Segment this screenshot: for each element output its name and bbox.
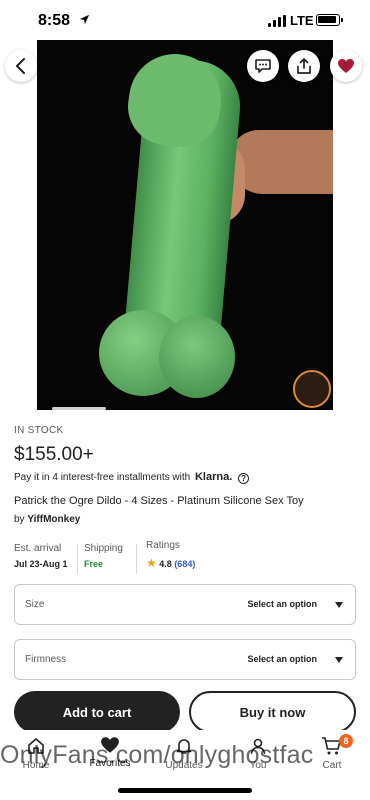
battery-icon (316, 14, 343, 26)
message-icon (255, 59, 271, 73)
seller-prefix: by (14, 514, 25, 525)
firmness-select-label: Firmness (25, 654, 67, 665)
rating-count[interactable]: (684) (174, 559, 195, 569)
share-icon (297, 58, 311, 74)
watermark-text: OnlyFans.com/onlyghostfac (0, 741, 314, 769)
klarna-installments[interactable]: Pay it in 4 interest-free installments w… (14, 471, 250, 484)
chevron-left-icon (16, 58, 25, 74)
status-bar: 8:58 LTE (0, 0, 370, 40)
installments-text: Pay it in 4 interest-free installments w… (14, 472, 191, 483)
location-arrow-icon (79, 14, 90, 28)
network-label: LTE (290, 13, 314, 28)
stat-divider (77, 544, 78, 574)
arrival-label: Est. arrival (14, 543, 62, 554)
product-price: $155.00+ (14, 444, 94, 465)
info-icon[interactable]: ? (238, 473, 250, 484)
arrival-value: Jul 23-Aug 1 (14, 559, 68, 569)
product-title: Patrick the Ogre Dildo - 4 Sizes - Plati… (14, 495, 304, 507)
seller-name[interactable]: YiffMonkey (27, 514, 80, 525)
size-select-value: Select an option (247, 599, 317, 609)
shipping-label: Shipping (84, 543, 123, 554)
stock-status: IN STOCK (14, 425, 64, 436)
share-button[interactable] (288, 50, 320, 82)
home-indicator (118, 788, 252, 793)
status-time: 8:58 (38, 12, 71, 29)
ratings-label: Ratings (146, 540, 180, 551)
firmness-select[interactable]: Firmness Select an option (14, 639, 356, 680)
back-button[interactable] (5, 50, 37, 82)
size-select-label: Size (25, 599, 45, 610)
stat-divider (136, 544, 137, 574)
caret-down-icon (335, 657, 343, 663)
buy-now-button[interactable]: Buy it now (189, 691, 356, 733)
seller-line[interactable]: by YiffMonkey (14, 514, 80, 525)
add-to-cart-button[interactable]: Add to cart (14, 691, 180, 733)
klarna-brand: Klarna. (194, 471, 233, 483)
product-photo[interactable] (37, 40, 333, 410)
favorite-button[interactable] (330, 50, 362, 82)
carousel-indicator (52, 407, 106, 410)
heart-icon (338, 59, 354, 73)
photo-watermark-logo (293, 370, 331, 408)
rating-value: 4.8 (159, 559, 172, 569)
caret-down-icon (335, 602, 343, 608)
product-image-carousel[interactable] (0, 40, 370, 410)
firmness-select-value: Select an option (247, 654, 317, 664)
signal-icon (268, 15, 286, 27)
message-seller-button[interactable] (247, 50, 279, 82)
ratings-summary[interactable]: ★ 4.8 (684) (146, 556, 195, 570)
star-icon: ★ (146, 556, 157, 570)
size-select[interactable]: Size Select an option (14, 584, 356, 625)
shipping-value: Free (84, 559, 104, 569)
photo-product-base-right (159, 316, 235, 398)
